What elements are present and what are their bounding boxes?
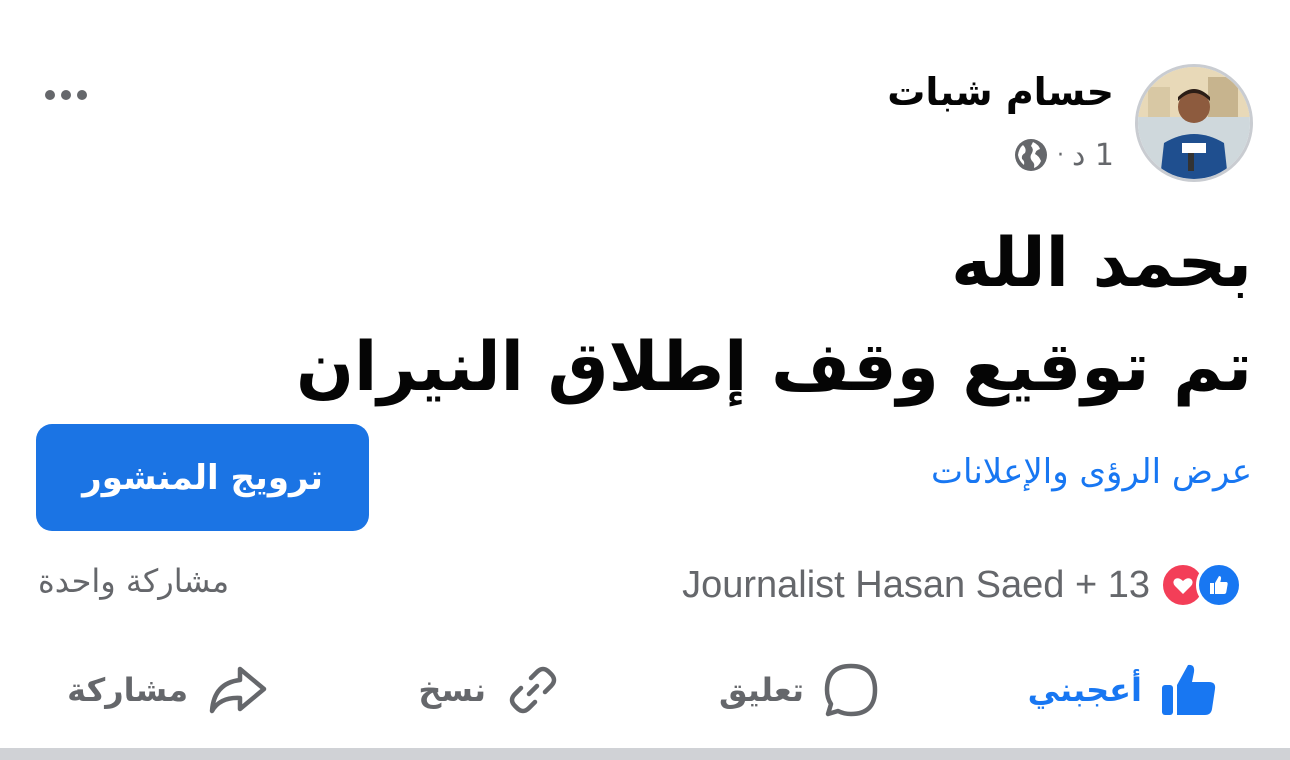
share-label: مشاركة [67,671,188,709]
reactions-text: Journalist Hasan Saed + 13 [682,563,1150,606]
post-meta: 1 د · [1013,133,1114,177]
meta-separator: · [1057,142,1064,168]
action-bar: أعجبني تعليق نسخ مشاركة [0,650,1290,730]
facebook-post-card: حسام شبات 1 د · بحمد الله تم توقيع وقف إ… [0,0,1290,760]
post-divider [0,748,1290,760]
globe-icon[interactable] [1013,137,1049,173]
more-dot-icon [45,90,55,100]
post-timestamp[interactable]: 1 د [1072,138,1114,173]
comment-bubble-icon [824,663,878,717]
shares-count[interactable]: مشاركة واحدة [38,562,229,600]
more-dot-icon [77,90,87,100]
like-reaction-icon [1196,562,1242,608]
author-name[interactable]: حسام شبات [887,70,1114,114]
post-text-line: بحمد الله [951,224,1252,303]
share-arrow-icon [209,666,267,714]
like-button[interactable]: أعجبني [1028,650,1218,730]
post-text-line: تم توقيع وقف إطلاق النيران [295,328,1252,407]
more-options-button[interactable] [36,78,96,112]
like-label: أعجبني [1027,671,1142,709]
post-text: بحمد الله تم توقيع وقف إطلاق النيران [252,212,1252,420]
comment-button[interactable]: تعليق [719,650,880,730]
link-icon [509,666,557,714]
copy-button[interactable]: نسخ [418,650,562,730]
author-avatar[interactable] [1135,64,1253,182]
comment-label: تعليق [718,671,804,709]
view-insights-link[interactable]: عرض الرؤى والإعلانات [931,452,1252,492]
promote-post-button[interactable]: ترويج المنشور [36,424,369,531]
reaction-icons [1160,562,1242,608]
copy-label: نسخ [418,671,486,709]
thumbs-up-icon [1162,664,1216,715]
share-button[interactable]: مشاركة [67,650,268,730]
reactions-summary[interactable]: Journalist Hasan Saed + 13 [682,557,1242,613]
more-dot-icon [61,90,71,100]
